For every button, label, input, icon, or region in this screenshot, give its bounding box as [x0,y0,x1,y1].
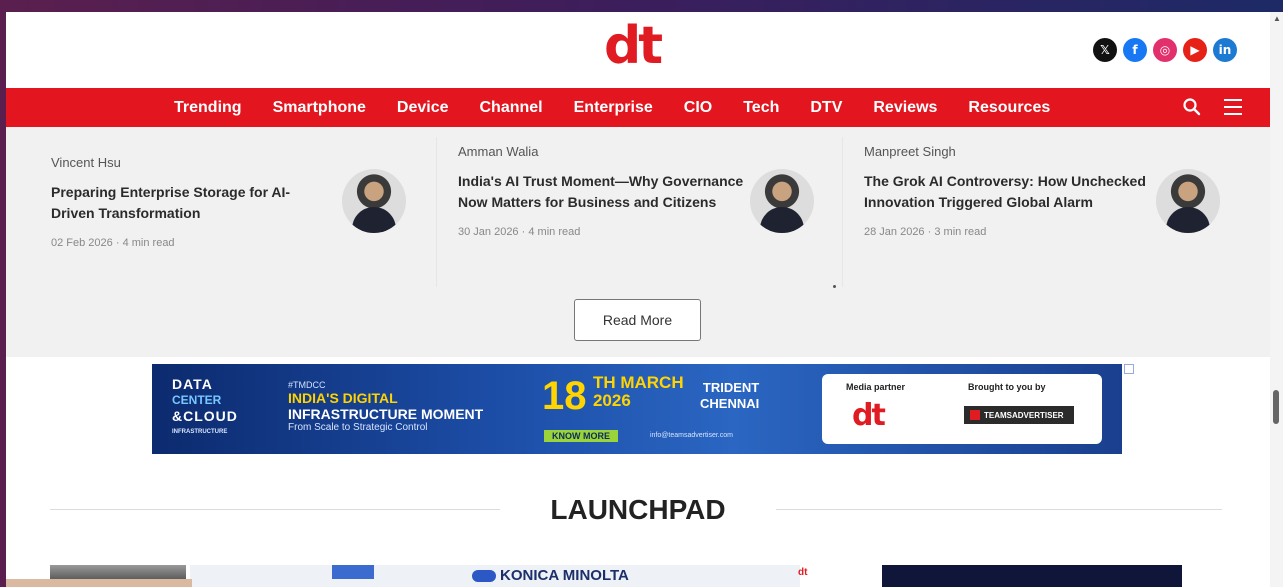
banner-brand-line: INFRASTRUCTURE [172,429,228,435]
banner-month-year: TH MARCH 2026 [593,374,684,410]
banner-know-more-button[interactable]: KNOW MORE [544,430,618,442]
read-more-button[interactable]: Read More [574,299,701,341]
nav-item-tech[interactable]: Tech [743,99,779,117]
partner-logo: dt [852,398,886,433]
site-header: dt 𝕏 f ◎ ▶ in [6,12,1270,88]
nav-item-device[interactable]: Device [397,99,449,117]
brought-by-label: Brought to you by [968,382,1046,392]
article-author[interactable]: Vincent Hsu [51,155,321,170]
article-date: 02 Feb 2026 [51,237,113,249]
vertical-scrollbar[interactable]: ▲ [1270,12,1283,587]
banner-headline-2: INFRASTRUCTURE MOMENT [288,406,484,422]
banner-subline: From Scale to Strategic Control [288,422,428,433]
banner-brand-line: CENTER [172,393,222,407]
nav-items: Trending Smartphone Device Channel Enter… [174,88,1081,127]
linkedin-icon[interactable]: in [1213,38,1237,62]
social-links: 𝕏 f ◎ ▶ in [1093,38,1237,62]
instagram-icon[interactable]: ◎ [1153,38,1177,62]
ad-choices-icon[interactable] [1124,364,1134,374]
article-read-time: 3 min read [934,226,987,238]
article-card[interactable]: Manpreet Singh The Grok AI Controversy: … [864,144,1154,238]
article-read-time: 4 min read [122,237,175,249]
banner-year: 2026 [592,391,631,410]
sponsor-logo: TEAMSADVERTISER [964,406,1074,424]
article-date: 30 Jan 2026 [458,226,519,238]
author-avatar[interactable] [750,169,814,233]
thumbnail-tag [332,565,374,579]
articles-section: Vincent Hsu Preparing Enterprise Storage… [6,127,1270,357]
article-title[interactable]: Preparing Enterprise Storage for AI-Driv… [51,182,321,224]
nav-item-channel[interactable]: Channel [480,99,543,117]
facebook-icon[interactable]: f [1123,38,1147,62]
article-date: 28 Jan 2026 [864,226,925,238]
article-meta: 02 Feb 2026 · 4 min read [51,237,175,249]
launchpad-thumbnail[interactable] [882,565,1182,587]
banner-month: TH MARCH [592,373,684,392]
banner-partners: Media partner Brought to you by dt TEAMS… [822,374,1102,444]
banner-venue-name: TRIDENT [702,380,760,395]
scrollbar-thumb[interactable] [1273,390,1279,424]
banner-venue: TRIDENT CHENNAI [700,380,759,412]
event-banner-ad[interactable]: DATA CENTER &CLOUD INFRASTRUCTURE #TMDCC… [152,364,1122,454]
nav-item-enterprise[interactable]: Enterprise [574,99,653,117]
banner-day: 18 [542,374,587,418]
nav-item-resources[interactable]: Resources [968,99,1050,117]
nav-item-trending[interactable]: Trending [174,99,242,117]
thumbnail-overlay [6,579,192,587]
section-rule [50,509,500,510]
article-meta: 30 Jan 2026 · 4 min read [458,226,581,238]
banner-brand: DATA CENTER &CLOUD INFRASTRUCTURE [172,376,238,440]
banner-venue-city: CHENNAI [700,396,760,411]
author-avatar[interactable] [1156,169,1220,233]
article-meta: 28 Jan 2026 · 3 min read [864,226,987,238]
article-title[interactable]: India's AI Trust Moment—Why Governance N… [458,171,748,213]
carousel-dot[interactable] [833,285,836,288]
divider [436,137,437,287]
article-card[interactable]: Vincent Hsu Preparing Enterprise Storage… [51,155,321,249]
nav-item-reviews[interactable]: Reviews [873,99,937,117]
logo-text: dt [604,16,663,76]
article-author[interactable]: Manpreet Singh [864,144,1154,159]
banner-brand-line: DATA [172,376,213,392]
site-logo[interactable]: dt [604,18,674,78]
article-title[interactable]: The Grok AI Controversy: How Unchecked I… [864,171,1154,213]
sponsor-name: TEAMSADVERTISER [984,410,1064,420]
author-avatar[interactable] [342,169,406,233]
banner-headline: #TMDCC INDIA'S DIGITAL INFRASTRUCTURE MO… [288,380,483,433]
banner-headline-1: INDIA'S DIGITAL [288,390,398,406]
banner-tag: #TMDCC [288,380,326,390]
media-partner-label: Media partner [846,382,906,392]
mini-logo: dt [798,567,808,578]
main-nav: Trending Smartphone Device Channel Enter… [6,88,1270,127]
section-title: LAUNCHPAD [550,494,726,525]
article-read-time: 4 min read [528,226,581,238]
youtube-icon[interactable]: ▶ [1183,38,1207,62]
x-icon[interactable]: 𝕏 [1093,38,1117,62]
search-icon[interactable] [1182,97,1202,117]
banner-email: info@teamsadvertiser.com [650,432,733,439]
nav-item-dtv[interactable]: DTV [810,99,842,117]
article-author[interactable]: Amman Walia [458,144,748,159]
divider [842,137,843,287]
nav-item-cio[interactable]: CIO [684,99,712,117]
scroll-up-arrow-icon[interactable]: ▲ [1273,14,1281,23]
banner-date: 18 TH MARCH 2026 [542,374,684,419]
article-card[interactable]: Amman Walia India's AI Trust Moment—Why … [458,144,748,238]
section-rule [776,509,1222,510]
brand-name: KONICA MINOLTA [500,567,629,584]
banner-brand-line: &CLOUD [172,408,238,424]
hamburger-menu-icon[interactable] [1224,99,1242,115]
web-page: dt 𝕏 f ◎ ▶ in Trending Smartphone Device… [6,12,1270,587]
nav-item-smartphone[interactable]: Smartphone [273,99,366,117]
